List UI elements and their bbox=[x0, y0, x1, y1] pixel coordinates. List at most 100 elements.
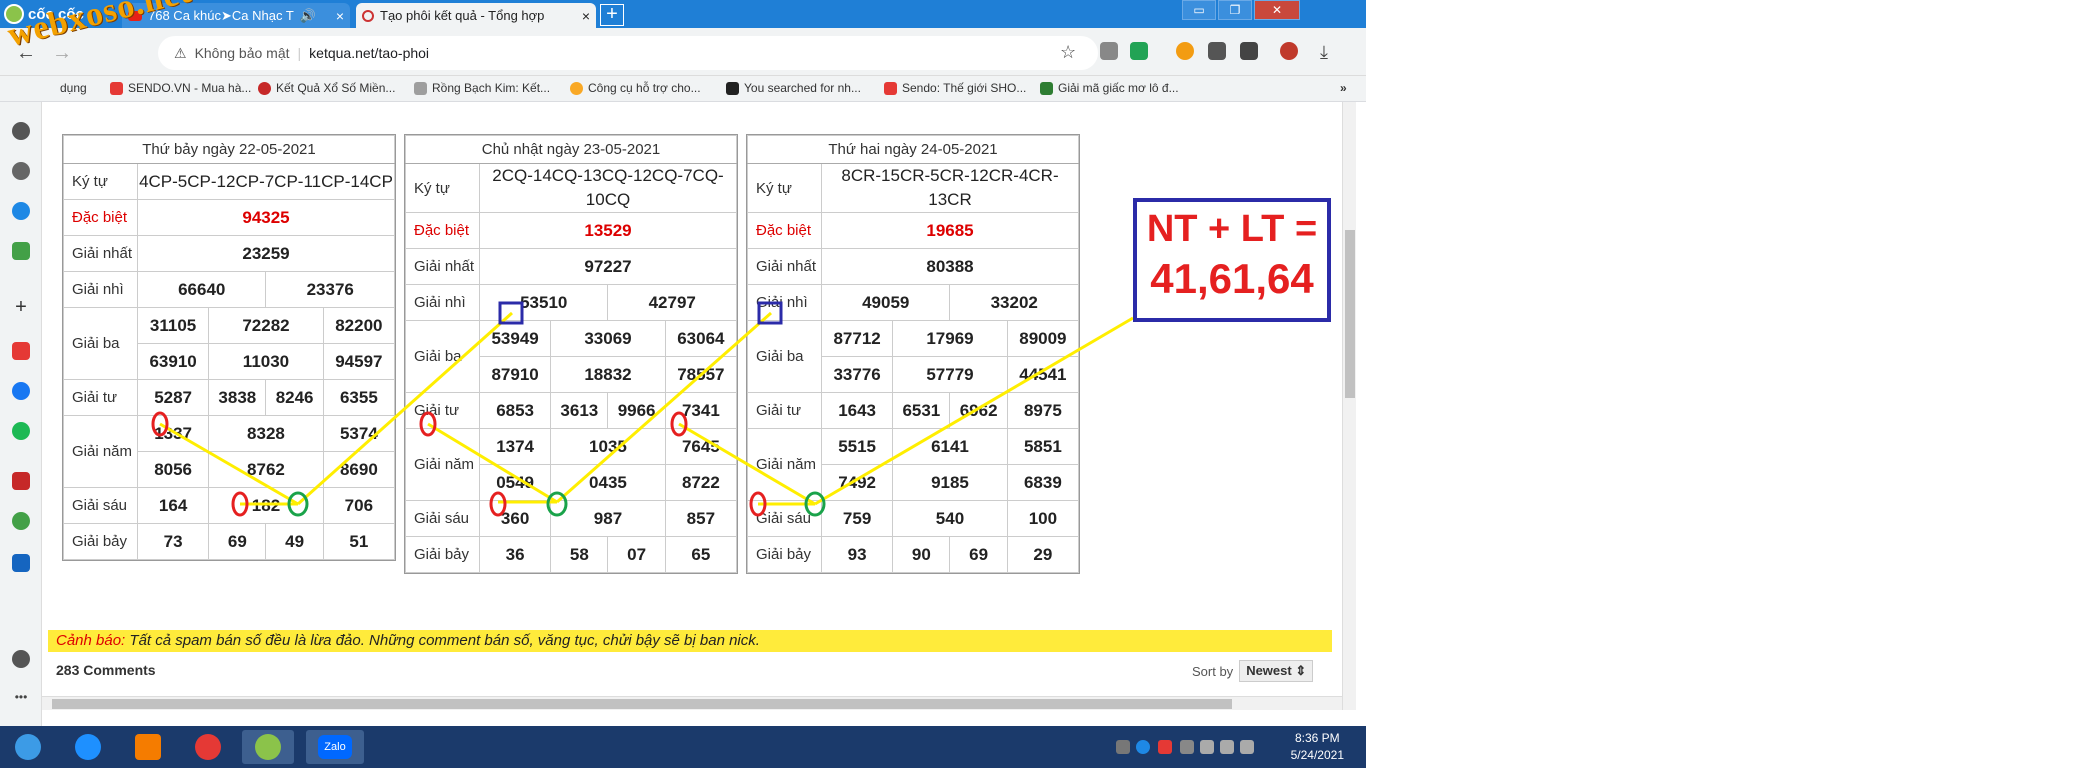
giai-nam-value: 5851 bbox=[1006, 428, 1080, 465]
giai-ba-value: 31105 bbox=[136, 307, 210, 344]
giai-nhi-value: 66640 bbox=[136, 271, 267, 308]
more-icon[interactable]: ••• bbox=[12, 688, 30, 706]
download-green-icon[interactable] bbox=[1130, 42, 1148, 60]
giai-ba-value: 87910 bbox=[478, 356, 552, 393]
bookmark-item[interactable]: Công cụ hỗ trợ cho... bbox=[570, 81, 701, 95]
bookmarks-bar: dụng SENDO.VN - Mua hà... Kết Quả Xổ Số … bbox=[0, 76, 1366, 102]
nd-icon bbox=[1040, 81, 1053, 95]
bookmark-item[interactable]: You searched for nh... bbox=[726, 81, 861, 95]
giai-ba-value: 78557 bbox=[664, 356, 738, 393]
tab-tao-phoi[interactable]: Tạo phôi kết quả - Tổng hợp × bbox=[356, 3, 596, 28]
taskbar-ie[interactable] bbox=[62, 730, 114, 764]
forward-arrow-icon[interactable]: → bbox=[52, 42, 72, 65]
comments-count: 283 Comments bbox=[56, 662, 156, 678]
history-icon[interactable] bbox=[12, 162, 30, 180]
download-icon[interactable]: ⤓ bbox=[1320, 42, 1328, 63]
giai-nam-value: 1337 bbox=[136, 415, 210, 452]
sendo-icon bbox=[110, 81, 123, 95]
minimize-button[interactable]: ▭ bbox=[1182, 0, 1216, 20]
sort-select[interactable]: Newest ⇕ bbox=[1239, 660, 1314, 682]
network-icon[interactable] bbox=[1200, 740, 1214, 754]
giai-tu-value: 8975 bbox=[1006, 392, 1080, 429]
start-button[interactable] bbox=[2, 730, 54, 764]
taskbar-chrome[interactable] bbox=[182, 730, 234, 764]
giai-tu-value: 1643 bbox=[820, 392, 894, 429]
facebook-icon[interactable] bbox=[12, 382, 30, 400]
close-icon[interactable]: × bbox=[336, 8, 344, 24]
clock-date: 5/24/2021 bbox=[1290, 748, 1344, 762]
bookmark-item[interactable]: Sendo: Thế giới SHO... bbox=[884, 81, 1026, 95]
sort-label: Sort by bbox=[1192, 663, 1234, 679]
playlist-icon[interactable] bbox=[1240, 42, 1258, 60]
scroll-thumb[interactable] bbox=[1345, 230, 1355, 398]
address-bar[interactable]: ⚠ Không bảo mật | ketqua.net/tao-phoi bbox=[158, 36, 1098, 70]
settings-icon[interactable] bbox=[12, 122, 30, 140]
row-label: Giải bảy bbox=[747, 536, 822, 573]
puzzle-icon[interactable] bbox=[1208, 42, 1226, 60]
tray-icon[interactable] bbox=[1116, 740, 1130, 754]
divider: | bbox=[297, 45, 302, 61]
giai-tu-value: 7341 bbox=[664, 392, 738, 429]
bookmark-item[interactable]: Kết Quả Xổ Số Miền... bbox=[258, 81, 395, 95]
taskbar-media[interactable] bbox=[122, 730, 174, 764]
security-label: Không bảo mật bbox=[194, 45, 290, 61]
taskbar-clock[interactable]: 8:36 PM 5/24/2021 bbox=[1291, 730, 1344, 764]
bookmark-item[interactable]: Giải mã giấc mơ lô đ... bbox=[1040, 81, 1179, 95]
new-tab-button[interactable]: + bbox=[600, 4, 624, 26]
scroll-thumb[interactable] bbox=[52, 699, 1232, 709]
horizontal-scrollbar[interactable] bbox=[42, 696, 1342, 710]
giai-nam-value: 8056 bbox=[136, 451, 210, 488]
bookmark-label: Kết Quả Xổ Số Miền... bbox=[276, 81, 396, 95]
giai-sau-value: 857 bbox=[664, 500, 738, 537]
callout-line2: 41,61,64 bbox=[1150, 255, 1314, 302]
bookmark-item[interactable]: Rồng Bạch Kim: Kết... bbox=[414, 81, 550, 95]
tray-icon[interactable] bbox=[1180, 740, 1194, 754]
giai-bay-value: 07 bbox=[607, 536, 666, 573]
row-label: Giải năm bbox=[747, 428, 822, 501]
vertical-scrollbar[interactable] bbox=[1342, 102, 1356, 710]
row-label: Giải nhất bbox=[63, 235, 138, 272]
row-label: Đặc biệt bbox=[405, 212, 480, 249]
extension-shield-icon[interactable] bbox=[1100, 42, 1118, 60]
profile-avatar-icon[interactable] bbox=[1280, 42, 1298, 60]
language-icon[interactable] bbox=[1240, 740, 1254, 754]
giai-ba-value: 89009 bbox=[1006, 320, 1080, 357]
extension-circle-icon[interactable] bbox=[1176, 42, 1194, 60]
close-window-button[interactable]: ✕ bbox=[1254, 0, 1300, 20]
dac-biet-value: 19685 bbox=[821, 212, 1079, 249]
bookmark-label: Sendo: Thế giới SHO... bbox=[902, 81, 1027, 95]
giai-sau-value: 182 bbox=[208, 487, 324, 524]
callout-line1: NT + LT = bbox=[1146, 208, 1318, 250]
bookmark-item[interactable]: SENDO.VN - Mua hà... bbox=[110, 81, 251, 95]
board-date: Thứ hai ngày 24-05-2021 bbox=[747, 135, 1079, 164]
tiki-icon[interactable] bbox=[12, 554, 30, 572]
volume-icon[interactable] bbox=[1220, 740, 1234, 754]
board-date: Chủ nhật ngày 23-05-2021 bbox=[405, 135, 737, 164]
notification-bell-icon[interactable] bbox=[12, 650, 30, 668]
giai-bay-value: 65 bbox=[664, 536, 738, 573]
maps-icon[interactable] bbox=[12, 512, 30, 530]
youtube-icon[interactable] bbox=[12, 342, 30, 360]
taskbar-coccoc[interactable] bbox=[242, 730, 294, 764]
close-icon[interactable]: × bbox=[582, 8, 590, 24]
xs-icon bbox=[570, 81, 583, 95]
bookmark-item[interactable]: dụng bbox=[60, 81, 87, 95]
restore-button[interactable]: ❐ bbox=[1218, 0, 1252, 20]
tray-icon[interactable] bbox=[1136, 740, 1150, 754]
row-label: Ký tự bbox=[405, 163, 480, 213]
spotify-icon[interactable] bbox=[12, 422, 30, 440]
ky-tu-value: 4CP-5CP-12CP-7CP-11CP-14CP bbox=[137, 163, 395, 200]
add-icon[interactable]: + bbox=[12, 296, 30, 318]
warning-banner: Cảnh báo: Tất cả spam bán số đều là lừa … bbox=[48, 630, 1332, 652]
vtv-icon[interactable] bbox=[12, 472, 30, 490]
bookmarks-overflow-icon[interactable]: » bbox=[1340, 81, 1347, 95]
taskbar-zalo[interactable]: Zalo bbox=[306, 730, 364, 764]
tray-icon[interactable] bbox=[1158, 740, 1172, 754]
giai-ba-value: 18832 bbox=[550, 356, 666, 393]
row-label: Giải nhất bbox=[747, 248, 822, 285]
game-icon[interactable] bbox=[12, 242, 30, 260]
warning-text: Tất cả spam bán số đều là lừa đảo. Những… bbox=[125, 632, 760, 649]
messenger-icon[interactable] bbox=[12, 202, 30, 220]
giai-bay-value: 90 bbox=[892, 536, 951, 573]
star-icon[interactable]: ☆ bbox=[1060, 42, 1076, 63]
